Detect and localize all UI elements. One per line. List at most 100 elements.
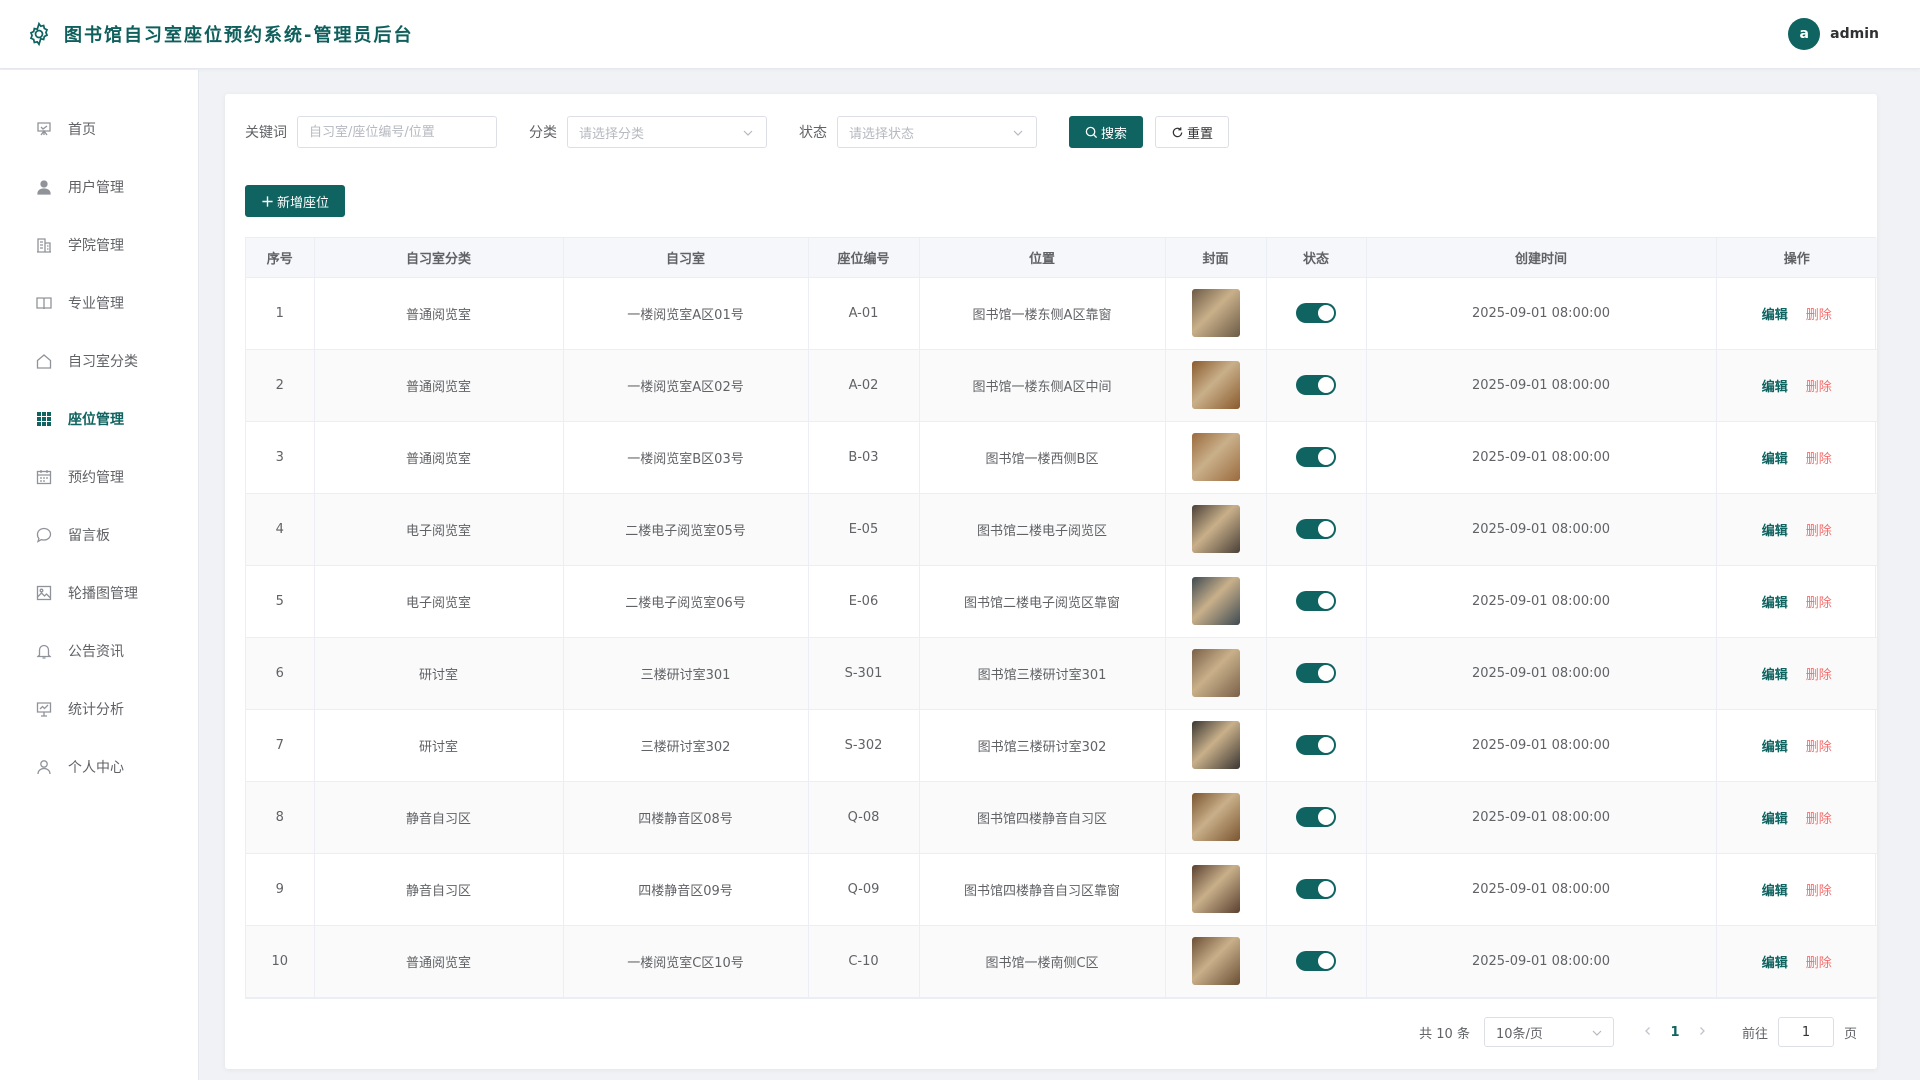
cover-thumbnail[interactable]: [1191, 937, 1240, 985]
sidebar-item-6[interactable]: 预约管理: [0, 448, 198, 506]
delete-button[interactable]: 删除: [1806, 956, 1832, 971]
cell-no: 8: [246, 781, 315, 854]
cell-category: 研讨室: [314, 637, 564, 710]
cell-room: 一楼阅览室A区02号: [563, 349, 809, 422]
username[interactable]: admin: [1830, 26, 1879, 42]
edit-button[interactable]: 编辑: [1762, 308, 1788, 323]
keyword-input[interactable]: [297, 116, 497, 148]
cell-seat: E-06: [808, 565, 920, 638]
page-size-select[interactable]: 10条/页: [1483, 1017, 1614, 1047]
status-toggle[interactable]: [1296, 591, 1336, 611]
cover-thumbnail[interactable]: [1191, 865, 1240, 913]
goto-page-input[interactable]: [1777, 1017, 1834, 1047]
delete-button[interactable]: 删除: [1806, 884, 1832, 899]
edit-button[interactable]: 编辑: [1762, 668, 1788, 683]
sidebar-item-9[interactable]: 公告资讯: [0, 622, 198, 680]
cell-created: 2025-09-01 08:00:00: [1366, 925, 1717, 998]
reset-button[interactable]: 重置: [1155, 116, 1230, 148]
avatar[interactable]: a: [1788, 18, 1821, 50]
page-number-current[interactable]: 1: [1660, 1025, 1690, 1040]
status-toggle[interactable]: [1296, 951, 1336, 971]
sidebar-item-10[interactable]: 统计分析: [0, 680, 198, 738]
sidebar-item-2[interactable]: 学院管理: [0, 216, 198, 274]
cover-thumbnail[interactable]: [1191, 361, 1240, 409]
sidebar-item-3[interactable]: 专业管理: [0, 274, 198, 332]
next-page-button[interactable]: [1690, 1025, 1714, 1040]
cover-thumbnail[interactable]: [1191, 289, 1240, 337]
cell-location: 图书馆二楼电子阅览区: [919, 493, 1166, 566]
cell-seat: S-301: [808, 637, 920, 710]
edit-button[interactable]: 编辑: [1762, 812, 1788, 827]
delete-button[interactable]: 删除: [1806, 668, 1832, 683]
cell-seat: Q-09: [808, 853, 920, 926]
sidebar-item-label: 统计分析: [68, 702, 124, 718]
cell-room: 二楼电子阅览室06号: [563, 565, 809, 638]
cell-seat: C-10: [808, 925, 920, 998]
sidebar-item-label: 自习室分类: [68, 354, 138, 370]
delete-button[interactable]: 删除: [1806, 380, 1832, 395]
edit-button[interactable]: 编辑: [1762, 956, 1788, 971]
column-header: 创建时间: [1366, 238, 1717, 278]
cell-status: [1266, 277, 1367, 350]
cell-seat: Q-08: [808, 781, 920, 854]
cell-status: [1266, 925, 1367, 998]
status-toggle[interactable]: [1296, 447, 1336, 467]
status-select[interactable]: 请选择状态: [837, 116, 1037, 148]
cover-thumbnail[interactable]: [1191, 649, 1240, 697]
sidebar-item-label: 公告资讯: [68, 644, 124, 660]
sidebar-item-5[interactable]: 座位管理: [0, 390, 198, 448]
cover-thumbnail[interactable]: [1191, 505, 1240, 553]
cover-thumbnail[interactable]: [1191, 721, 1240, 769]
delete-button[interactable]: 删除: [1806, 452, 1832, 467]
status-toggle[interactable]: [1296, 303, 1336, 323]
category-select[interactable]: 请选择分类: [567, 116, 767, 148]
sidebar-item-11[interactable]: 个人中心: [0, 738, 198, 796]
image-icon: [36, 585, 52, 601]
edit-button[interactable]: 编辑: [1762, 596, 1788, 611]
delete-button[interactable]: 删除: [1806, 524, 1832, 539]
edit-button[interactable]: 编辑: [1762, 740, 1788, 755]
sidebar-item-4[interactable]: 自习室分类: [0, 332, 198, 390]
status-label: 状态: [799, 125, 827, 141]
sidebar-item-8[interactable]: 轮播图管理: [0, 564, 198, 622]
cell-category: 普通阅览室: [314, 349, 564, 422]
main-card: 关键词 分类 请选择分类 状态 请选择状态 搜索 重置 新增座位: [225, 94, 1877, 1069]
edit-button[interactable]: 编辑: [1762, 884, 1788, 899]
gear-icon: [29, 21, 49, 47]
user-menu[interactable]: a admin: [1788, 18, 1879, 50]
delete-button[interactable]: 删除: [1806, 812, 1832, 827]
delete-button[interactable]: 删除: [1806, 596, 1832, 611]
status-toggle[interactable]: [1296, 807, 1336, 827]
status-toggle[interactable]: [1296, 735, 1336, 755]
cover-thumbnail[interactable]: [1191, 433, 1240, 481]
reset-button-label: 重置: [1187, 126, 1214, 142]
sidebar-item-7[interactable]: 留言板: [0, 506, 198, 564]
delete-button[interactable]: 删除: [1806, 740, 1832, 755]
cell-cover: [1165, 925, 1267, 998]
person-icon: [37, 760, 51, 775]
search-button[interactable]: 搜索: [1069, 116, 1144, 148]
sidebar-item-label: 预约管理: [68, 470, 124, 486]
cell-room: 一楼阅览室B区03号: [563, 421, 809, 494]
edit-button[interactable]: 编辑: [1762, 452, 1788, 467]
sidebar-item-0[interactable]: 首页: [0, 100, 198, 158]
cell-created: 2025-09-01 08:00:00: [1366, 493, 1717, 566]
cell-status: [1266, 493, 1367, 566]
status-toggle[interactable]: [1296, 375, 1336, 395]
edit-button[interactable]: 编辑: [1762, 524, 1788, 539]
status-toggle[interactable]: [1296, 879, 1336, 899]
cell-created: 2025-09-01 08:00:00: [1366, 637, 1717, 710]
edit-button[interactable]: 编辑: [1762, 380, 1788, 395]
sidebar-item-label: 轮播图管理: [68, 586, 138, 602]
delete-button[interactable]: 删除: [1806, 308, 1832, 323]
status-toggle[interactable]: [1296, 663, 1336, 683]
cell-actions: 编辑 删除: [1716, 277, 1877, 350]
sidebar-item-1[interactable]: 用户管理: [0, 158, 198, 216]
status-toggle[interactable]: [1296, 519, 1336, 539]
cover-thumbnail[interactable]: [1191, 793, 1240, 841]
add-seat-button[interactable]: 新增座位: [245, 185, 346, 217]
prev-page-button[interactable]: [1636, 1025, 1660, 1040]
chevron-down-icon: [1592, 1030, 1602, 1036]
cover-thumbnail[interactable]: [1191, 577, 1240, 625]
cell-no: 3: [246, 421, 315, 494]
